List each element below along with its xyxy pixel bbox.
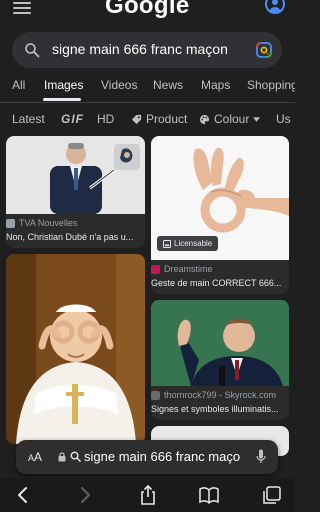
top-bar: Google: [0, 0, 295, 24]
search-input[interactable]: signe main 666 franc maçon: [52, 41, 228, 57]
tva-favicon-icon: [6, 218, 15, 228]
result-2-source-name: Dreamstime: [164, 264, 213, 274]
result-4-thumbnail: [151, 300, 289, 386]
result-4-source-name: thornrock799 - Skyrock.com: [164, 390, 277, 400]
tab-shopping[interactable]: Shopping: [247, 78, 295, 92]
result-4-title: Signes et symboles illuminatis...: [151, 404, 279, 414]
forward-icon[interactable]: [74, 484, 96, 506]
account-icon[interactable]: [265, 0, 285, 14]
reader-settings-button[interactable]: AA: [28, 450, 42, 464]
result-3-thumbnail: [6, 254, 145, 444]
search-icon: [25, 43, 40, 58]
browser-toolbar: [0, 478, 295, 512]
filter-product[interactable]: Product: [131, 112, 187, 126]
tab-news[interactable]: News: [153, 78, 183, 92]
aa-big-label: A: [34, 450, 43, 464]
tabs-icon[interactable]: [261, 484, 283, 506]
address-bar[interactable]: AA signe main 666 franc maço: [16, 440, 278, 474]
licensable-badge[interactable]: Licensable: [157, 236, 219, 251]
back-icon[interactable]: [12, 484, 34, 506]
filter-colour[interactable]: Colour: [199, 112, 261, 126]
tabs-divider: [0, 102, 295, 103]
tab-all[interactable]: All: [12, 78, 25, 92]
palette-icon: [199, 114, 210, 124]
active-tab-indicator: [43, 98, 81, 101]
tag-icon: [131, 114, 142, 124]
filter-gif[interactable]: GIF: [61, 112, 84, 126]
search-box[interactable]: signe main 666 franc maçon: [12, 32, 282, 68]
filter-hd[interactable]: HD: [97, 112, 114, 126]
result-2-title: Geste de main CORRECT 666...: [151, 278, 282, 288]
result-2-source: Dreamstime: [151, 264, 213, 274]
tab-maps[interactable]: Maps: [201, 78, 230, 92]
image-result-3[interactable]: [6, 254, 145, 444]
filter-usage[interactable]: Us: [276, 112, 291, 126]
filter-hd-label: HD: [97, 112, 115, 126]
filter-latest[interactable]: Latest: [12, 112, 45, 126]
tab-videos[interactable]: Videos: [101, 78, 137, 92]
lock-icon: [58, 452, 66, 462]
google-logo[interactable]: Google: [105, 0, 189, 20]
license-icon: [163, 239, 171, 248]
filter-product-label: Product: [146, 112, 188, 126]
filter-gif-label: GIF: [61, 112, 84, 126]
filter-colour-label: Colour: [214, 112, 250, 126]
image-result-1[interactable]: TVA Nouvelles Non, Christian Dubé n'a pa…: [6, 136, 145, 248]
search-tabs: All Images Videos News Maps Shopping: [0, 78, 295, 102]
tab-images[interactable]: Images: [44, 78, 83, 92]
filter-latest-label: Latest: [12, 112, 45, 126]
result-1-source: TVA Nouvelles: [6, 218, 77, 228]
hamburger-menu-icon[interactable]: [13, 2, 31, 14]
bookmarks-icon[interactable]: [198, 484, 220, 506]
image-result-2[interactable]: Licensable Dreamstime Geste de main CORR…: [151, 136, 289, 294]
result-4-source: thornrock799 - Skyrock.com: [151, 390, 276, 400]
filter-usage-label: Us: [276, 112, 291, 126]
result-1-source-name: TVA Nouvelles: [19, 218, 78, 228]
skyrock-favicon-icon: [151, 390, 160, 400]
share-icon[interactable]: [137, 484, 159, 506]
search-icon: [70, 451, 81, 462]
address-bar-text[interactable]: signe main 666 franc maço: [84, 449, 244, 464]
licensable-label: Licensable: [174, 239, 213, 248]
chevron-down-icon: [253, 116, 261, 122]
result-1-title: Non, Christian Dubé n'a pas u...: [6, 232, 134, 242]
google-lens-icon[interactable]: [256, 42, 272, 58]
result-1-thumbnail: [6, 136, 145, 214]
dreamstime-favicon-icon: [151, 264, 160, 274]
filter-chips: Latest GIF HD Product Colour Us: [0, 112, 295, 132]
image-result-4[interactable]: thornrock799 - Skyrock.com Signes et sym…: [151, 300, 289, 420]
microphone-icon[interactable]: [256, 449, 266, 465]
